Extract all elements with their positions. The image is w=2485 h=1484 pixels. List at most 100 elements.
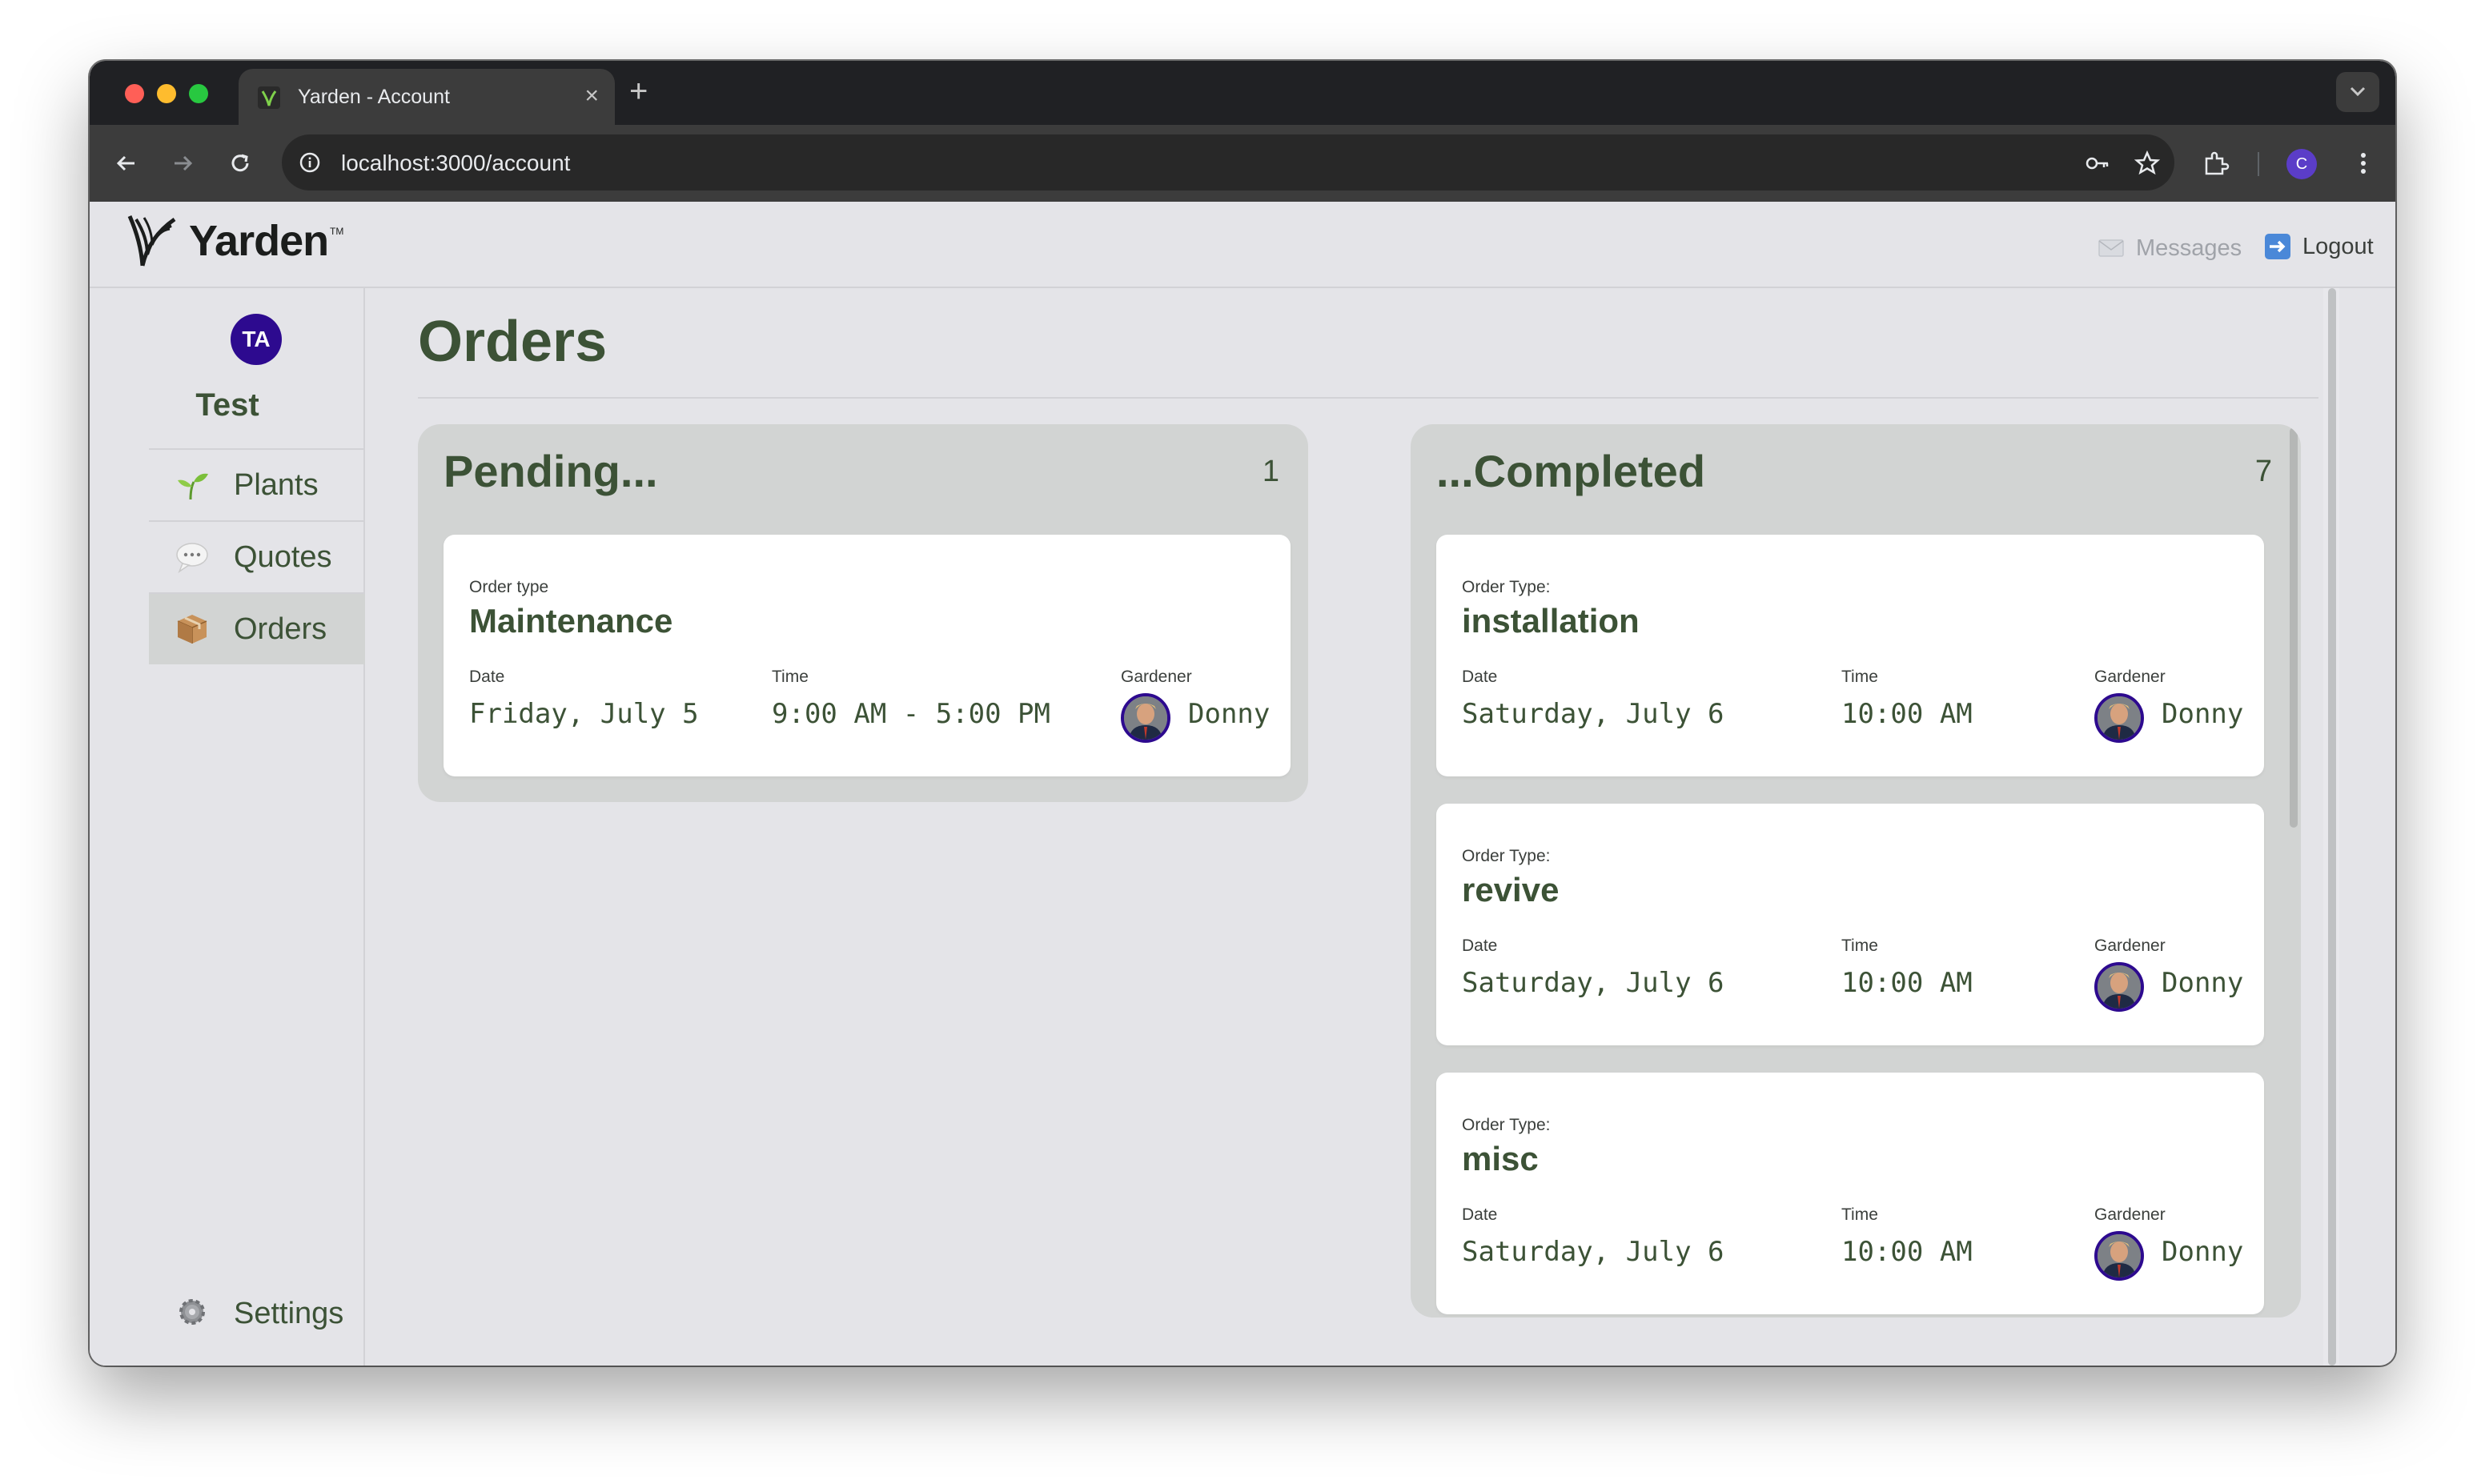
date-label: Date bbox=[469, 668, 505, 686]
gardener-label: Gardener bbox=[1121, 668, 1192, 686]
order-type-value: revive bbox=[1462, 871, 1560, 908]
sidebar-nav: Plants Quotes Orders bbox=[149, 448, 365, 664]
user-name: Test bbox=[195, 387, 259, 423]
order-type-label: Order Type: bbox=[1462, 578, 1551, 596]
toolbar-separator bbox=[2258, 152, 2259, 176]
password-key-icon[interactable] bbox=[2083, 149, 2112, 178]
completed-count: 7 bbox=[2254, 455, 2272, 488]
sidebar: TA Test Plants Quotes Orders Settings bbox=[90, 288, 365, 1366]
completed-heading: ...Completed bbox=[1436, 446, 1706, 496]
address-bar[interactable]: localhost:3000/account bbox=[282, 134, 2174, 191]
user-avatar[interactable]: TA bbox=[231, 314, 282, 365]
pending-count: 1 bbox=[1262, 455, 1279, 488]
order-type-value: Maintenance bbox=[469, 602, 673, 640]
tab-close-icon[interactable]: × bbox=[584, 82, 599, 110]
logout-arrow-icon bbox=[2265, 234, 2290, 259]
gardener-avatar[interactable] bbox=[2094, 962, 2144, 1012]
sidebar-item-plants[interactable]: Plants bbox=[149, 448, 365, 520]
time-value: 10:00 AM bbox=[1841, 967, 1973, 999]
minimize-window-button[interactable] bbox=[157, 84, 176, 103]
gardener-name: Donny bbox=[2162, 967, 2244, 999]
gear-icon bbox=[175, 1294, 210, 1334]
time-label: Time bbox=[772, 668, 809, 686]
reload-icon[interactable] bbox=[224, 147, 256, 179]
package-icon bbox=[175, 612, 210, 647]
time-label: Time bbox=[1841, 1205, 1878, 1224]
url-text[interactable]: localhost:3000/account bbox=[341, 150, 570, 176]
gardener-label: Gardener bbox=[2094, 668, 2166, 686]
page-scrollbar-thumb[interactable] bbox=[2328, 288, 2336, 1366]
tab-title: Yarden - Account bbox=[298, 86, 450, 108]
time-label: Time bbox=[1841, 668, 1878, 686]
messages-label: Messages bbox=[2136, 235, 2242, 261]
order-card[interactable]: Order Type: revive Date Saturday, July 6… bbox=[1436, 804, 2264, 1045]
sidebar-item-orders[interactable]: Orders bbox=[149, 592, 365, 664]
gardener-name: Donny bbox=[1188, 698, 1271, 730]
completed-orders-panel: ...Completed 7 Order Type: installation … bbox=[1411, 424, 2301, 1318]
order-card[interactable]: Order type Maintenance Date Friday, July… bbox=[444, 535, 1291, 776]
tab-search-button[interactable] bbox=[2336, 72, 2379, 112]
bookmark-star-icon[interactable] bbox=[2133, 149, 2162, 178]
sidebar-item-settings[interactable]: Settings bbox=[149, 1277, 365, 1350]
sidebar-item-label: Quotes bbox=[234, 539, 332, 574]
order-type-label: Order Type: bbox=[1462, 847, 1551, 865]
pending-orders-panel: Pending... 1 Order type Maintenance Date… bbox=[418, 424, 1308, 802]
envelope-icon bbox=[2098, 239, 2124, 257]
kebab-menu-icon[interactable] bbox=[2347, 147, 2379, 179]
gardener-name: Donny bbox=[2162, 698, 2244, 730]
order-card[interactable]: Order Type: misc Date Saturday, July 6 T… bbox=[1436, 1073, 2264, 1314]
gardener-label: Gardener bbox=[2094, 937, 2166, 955]
settings-label: Settings bbox=[234, 1296, 344, 1330]
app-header: Yarden TM Messages Logout bbox=[90, 202, 2395, 288]
yarden-logo-icon[interactable] bbox=[125, 213, 181, 269]
messages-link[interactable]: Messages bbox=[2098, 232, 2242, 264]
title-divider bbox=[418, 397, 2318, 399]
browser-tab[interactable]: Yarden - Account × bbox=[239, 69, 615, 125]
site-info-icon[interactable] bbox=[298, 150, 322, 174]
gardener-label: Gardener bbox=[2094, 1205, 2166, 1224]
speech-bubble-icon bbox=[175, 539, 210, 575]
gardener-photo-icon bbox=[2098, 965, 2141, 1009]
date-label: Date bbox=[1462, 668, 1498, 686]
date-label: Date bbox=[1462, 1205, 1498, 1224]
gardener-name: Donny bbox=[2162, 1236, 2244, 1268]
tab-strip: Yarden - Account × + bbox=[90, 61, 2395, 125]
browser-window: Yarden - Account × + localhost:3000/acco… bbox=[90, 61, 2395, 1366]
order-type-value: installation bbox=[1462, 602, 1640, 640]
panel-scrollbar[interactable] bbox=[2290, 427, 2298, 828]
back-arrow-icon[interactable] bbox=[110, 147, 143, 179]
gardener-avatar[interactable] bbox=[1121, 693, 1170, 743]
time-label: Time bbox=[1841, 937, 1878, 955]
maximize-window-button[interactable] bbox=[189, 84, 208, 103]
sidebar-item-quotes[interactable]: Quotes bbox=[149, 520, 365, 592]
sidebar-item-label: Plants bbox=[234, 467, 319, 502]
date-value: Saturday, July 6 bbox=[1462, 698, 1724, 730]
main-content: Orders Pending... 1 Order type Maintenan… bbox=[367, 288, 2395, 1366]
date-label: Date bbox=[1462, 937, 1498, 955]
page-title: Orders bbox=[418, 310, 608, 374]
logo-wordmark[interactable]: Yarden bbox=[189, 216, 329, 266]
sidebar-item-label: Orders bbox=[234, 612, 327, 646]
forward-arrow-icon[interactable] bbox=[167, 147, 199, 179]
logout-button[interactable]: Logout bbox=[2264, 231, 2374, 263]
time-value: 9:00 AM - 5:00 PM bbox=[772, 698, 1050, 730]
order-card[interactable]: Order Type: installation Date Saturday, … bbox=[1436, 535, 2264, 776]
order-type-label: Order type bbox=[469, 578, 549, 596]
order-type-label: Order Type: bbox=[1462, 1116, 1551, 1134]
gardener-avatar[interactable] bbox=[2094, 693, 2144, 743]
gardener-avatar[interactable] bbox=[2094, 1231, 2144, 1281]
time-value: 10:00 AM bbox=[1841, 1236, 1973, 1268]
chevron-down-icon bbox=[2350, 86, 2366, 97]
profile-avatar[interactable]: C bbox=[2286, 149, 2317, 179]
gardener-photo-icon bbox=[2098, 696, 2141, 740]
extensions-puzzle-icon[interactable] bbox=[2200, 147, 2232, 179]
gardener-photo-icon bbox=[1124, 696, 1167, 740]
close-window-button[interactable] bbox=[125, 84, 144, 103]
gardener-photo-icon bbox=[2098, 1234, 2141, 1277]
time-value: 10:00 AM bbox=[1841, 698, 1973, 730]
date-value: Friday, July 5 bbox=[469, 698, 699, 730]
new-tab-button[interactable]: + bbox=[629, 74, 648, 109]
pending-heading: Pending... bbox=[444, 446, 658, 496]
seedling-icon bbox=[175, 467, 210, 503]
date-value: Saturday, July 6 bbox=[1462, 1236, 1724, 1268]
